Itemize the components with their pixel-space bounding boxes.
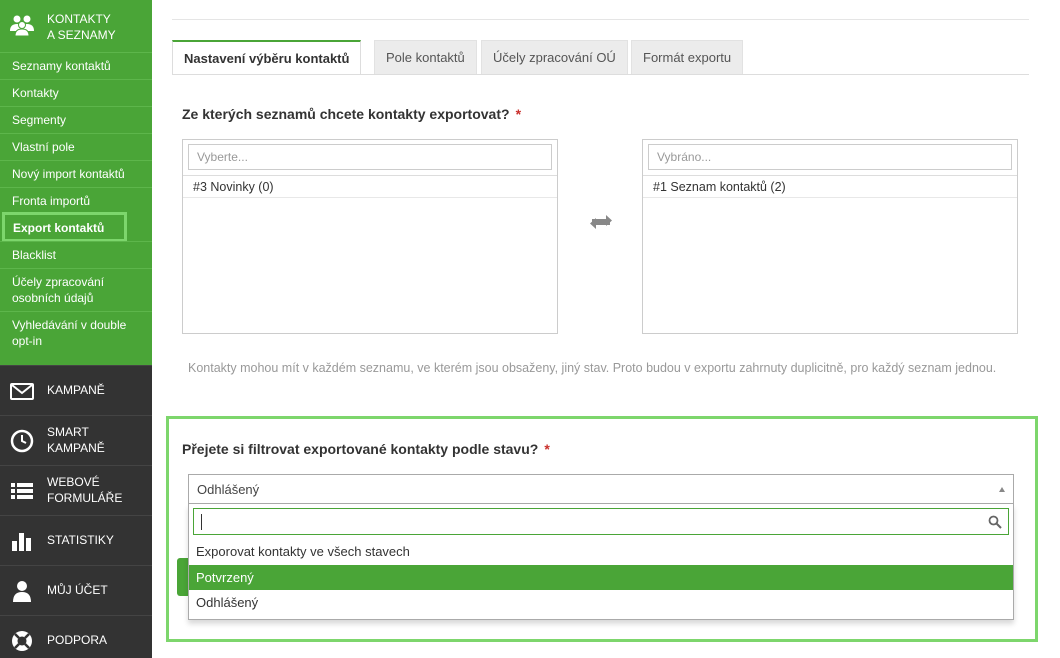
sidebar-item-double-optin-search[interactable]: Vyhledávání v double opt-in [0,311,152,365]
sidebar-item-label: Export kontaktů [13,221,105,235]
sidebar-item-label-line1: SMART [47,425,89,439]
sidebar-item-label: STATISTIKY [47,533,114,547]
sidebar-item-segments[interactable]: Segmenty [0,106,152,133]
sidebar-header-line2: A SEZNAMY [47,28,116,42]
sidebar-item-label-line1: Vyhledávání v double [12,318,127,332]
sidebar-item-label: KAMPANĚ [47,383,105,397]
lists-question: Ze kterých seznamů chcete kontakty expor… [182,106,521,122]
sidebar-item-statistics[interactable]: STATISTIKY [0,515,152,565]
status-select-value: Odhlášený [197,482,260,497]
status-option-unsubscribed[interactable]: Odhlášený [189,590,1013,615]
sidebar-item-label: Kontakty [12,86,59,100]
sidebar-item-contacts[interactable]: Kontakty [0,79,152,106]
sidebar-item-label-line2: opt-in [12,334,43,348]
tab-contact-fields[interactable]: Pole kontaktů [374,40,477,74]
sidebar-item-label-line2: KAMPANĚ [47,441,105,455]
tab-processing-purposes[interactable]: Účely zpracování OÚ [481,40,628,74]
sidebar-item-label: Seznamy kontaktů [12,59,111,73]
sidebar-contacts-section: KONTAKTY A SEZNAMY Seznamy kontaktů Kont… [0,0,152,365]
sidebar-item-label: Vlastní pole [12,140,75,154]
status-dropdown: Exporovat kontakty ve všech stavech Potv… [188,504,1014,620]
lists-question-text: Ze kterých seznamů chcete kontakty expor… [182,106,510,122]
envelope-icon [10,383,34,400]
status-select[interactable]: Odhlášený [188,474,1014,504]
sidebar-header-line1: KONTAKTY [47,12,111,26]
status-option-confirmed[interactable]: Potvrzený [189,565,1013,590]
tab-contact-selection[interactable]: Nastavení výběru kontaktů [172,40,362,75]
list-icon [11,483,33,499]
list-item[interactable]: #1 Seznam kontaktů (2) [643,176,1017,198]
required-mark: * [544,441,550,457]
status-option-all[interactable]: Exporovat kontakty ve všech stavech [189,539,1013,564]
sidebar-item-custom-fields[interactable]: Vlastní pole [0,133,152,160]
selected-lists-search-input[interactable] [648,144,1012,170]
status-filter-question: Přejete si filtrovat exportované kontakt… [182,441,550,457]
sidebar-item-label-line1: Účely zpracování [12,275,105,289]
sidebar-item-label-line2: osobních údajů [12,291,94,305]
sidebar-item-label: MŮJ ÚČET [47,583,108,597]
sidebar-item-new-import[interactable]: Nový import kontaktů [0,160,152,187]
sidebar-item-label: Nový import kontaktů [12,167,125,181]
sidebar-item-campaigns[interactable]: KAMPANĚ [0,365,152,415]
swap-arrows-icon[interactable] [588,210,614,234]
sidebar-item-label-line1: WEBOVÉ [47,475,100,489]
text-cursor [201,514,202,530]
tab-export-format[interactable]: Formát exportu [631,40,744,74]
available-lists-search-input[interactable] [188,144,552,170]
status-filter-question-text: Přejete si filtrovat exportované kontakt… [182,441,539,457]
contacts-icon [10,15,34,36]
sidebar-item-smart-campaigns[interactable]: SMART KAMPANĚ [0,415,152,465]
sidebar-item-label: Segmenty [12,113,67,127]
status-search-input[interactable] [193,508,1009,535]
sidebar-item-support[interactable]: PODPORA [0,615,152,658]
sidebar-item-export-contacts[interactable]: Export kontaktů [2,212,127,242]
sidebar-header-contacts[interactable]: KONTAKTY A SEZNAMY [0,0,152,52]
top-divider [172,19,1029,20]
sidebar-item-label-line2: FORMULÁŘE [47,491,123,505]
clock-icon [10,429,34,453]
tab-bar: Nastavení výběru kontaktů Pole kontaktů … [172,40,1029,75]
caret-up-icon [999,487,1005,492]
sidebar-item-processing-purposes[interactable]: Účely zpracování osobních údajů [0,268,152,311]
available-lists-box: #3 Novinky (0) [182,139,558,334]
sidebar-item-my-account[interactable]: MŮJ ÚČET [0,565,152,615]
sidebar-item-import-queue[interactable]: Fronta importů [0,187,152,214]
duplicates-hint: Kontakty mohou mít v každém seznamu, ve … [188,361,997,375]
sidebar-item-label: Fronta importů [12,194,91,208]
sidebar-item-web-forms[interactable]: WEBOVÉ FORMULÁŘE [0,465,152,515]
selected-lists-box: #1 Seznam kontaktů (2) [642,139,1018,334]
sidebar-item-label: PODPORA [47,633,108,647]
list-item[interactable]: #3 Novinky (0) [183,176,557,198]
required-mark: * [515,106,522,122]
user-icon [13,581,31,602]
lifebuoy-icon [12,631,32,651]
sidebar-item-contact-lists[interactable]: Seznamy kontaktů [0,52,152,79]
sidebar: KONTAKTY A SEZNAMY Seznamy kontaktů Kont… [0,0,152,658]
sidebar-item-blacklist[interactable]: Blacklist [0,241,152,268]
search-icon [988,515,1002,529]
bar-chart-icon [12,533,31,551]
sidebar-item-label: Blacklist [12,248,57,262]
